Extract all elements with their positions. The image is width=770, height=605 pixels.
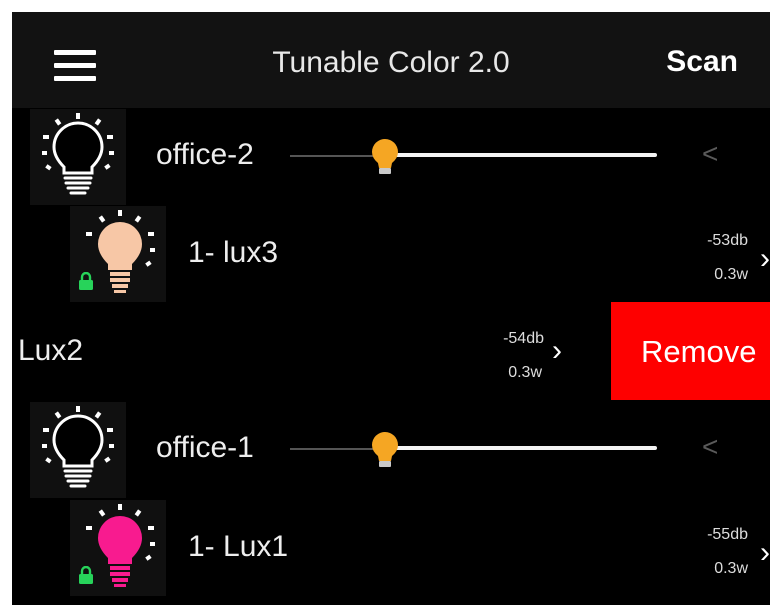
light-row-lux2[interactable]: Lux2 -54db 0.3w › Remove bbox=[12, 302, 770, 400]
group-name: office-2 bbox=[156, 138, 254, 171]
top-bar: Tunable Color 2.0 Scan bbox=[12, 12, 770, 108]
light-name: 1- Lux1 bbox=[188, 530, 289, 563]
light-row-lux3[interactable]: 1- lux3 -53db 0.3w › bbox=[12, 206, 770, 302]
expand-chevron-icon[interactable]: < bbox=[702, 431, 718, 463]
power-usage: 0.3w bbox=[714, 560, 748, 577]
chevron-right-icon[interactable]: › bbox=[760, 536, 770, 570]
signal-strength: -54db bbox=[503, 330, 544, 347]
signal-strength: -55db bbox=[707, 526, 748, 543]
slider-fill bbox=[386, 153, 657, 157]
group-row-office-2[interactable]: office-2 < bbox=[12, 108, 770, 206]
expand-chevron-icon[interactable]: < bbox=[702, 138, 718, 170]
group-bulb-icon bbox=[30, 402, 126, 498]
group-name: office-1 bbox=[156, 431, 254, 464]
bulb-thumb-icon[interactable] bbox=[370, 138, 400, 176]
group-row-office-1[interactable]: office-1 < bbox=[12, 401, 770, 499]
brightness-slider[interactable] bbox=[290, 429, 657, 469]
power-usage: 0.3w bbox=[508, 364, 542, 381]
light-name: 1- lux3 bbox=[188, 236, 279, 269]
bulb-thumb-icon[interactable] bbox=[370, 431, 400, 469]
group-bulb-icon bbox=[30, 109, 126, 205]
brightness-slider[interactable] bbox=[290, 136, 657, 176]
remove-button[interactable]: Remove bbox=[611, 302, 770, 400]
scan-button[interactable]: Scan bbox=[666, 45, 738, 79]
power-usage: 0.3w bbox=[714, 266, 748, 283]
slider-fill bbox=[386, 446, 657, 450]
app-screen: Tunable Color 2.0 Scan office-2 < 1- lux… bbox=[12, 12, 770, 605]
page-title: Tunable Color 2.0 bbox=[272, 46, 510, 79]
lock-icon bbox=[79, 272, 93, 290]
chevron-right-icon[interactable]: › bbox=[760, 242, 770, 276]
light-row-lux1[interactable]: 1- Lux1 -55db 0.3w › bbox=[12, 500, 770, 596]
remove-label: Remove bbox=[641, 334, 757, 369]
light-name: Lux2 bbox=[18, 334, 84, 367]
chevron-right-icon[interactable]: › bbox=[552, 334, 562, 368]
signal-strength: -53db bbox=[707, 232, 748, 249]
lock-icon bbox=[79, 566, 93, 584]
